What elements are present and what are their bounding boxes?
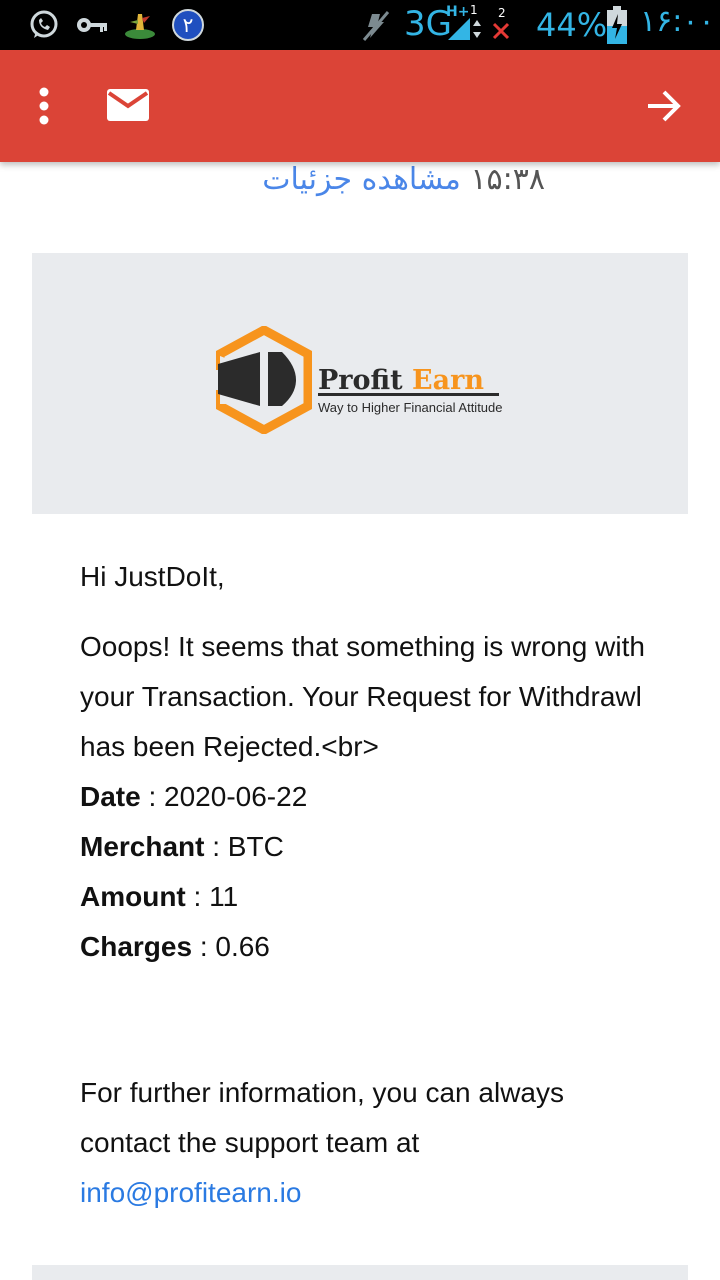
detail-label: Merchant (80, 831, 205, 862)
brand-name-part1: Profit (318, 365, 403, 396)
brand-underline (318, 393, 499, 396)
mail-icon (107, 89, 149, 121)
detail-value: : 2020-06-22 (140, 781, 308, 812)
view-details-link[interactable]: مشاهده جزئیات (262, 162, 461, 197)
profit-earn-logo-icon (216, 326, 312, 434)
clock: ۱۶:۰۰ (640, 4, 715, 39)
footer-text: For further information, you can always … (80, 1077, 564, 1158)
no-signal-icon (492, 22, 510, 40)
key-icon (77, 18, 107, 32)
detail-value: : 0.66 (192, 931, 270, 962)
detail-merchant: Merchant : BTC (80, 822, 660, 872)
signal-icon (448, 18, 481, 40)
app-bar (0, 50, 720, 162)
battery-icon (607, 6, 627, 44)
cactus-app-icon (125, 14, 155, 39)
message-meta: ۱۵:۳۸ مشاهده جزئیات (0, 162, 545, 197)
network-type: 3G (404, 4, 452, 44)
detail-amount: Amount : 11 (80, 872, 660, 922)
message-time: ۱۵:۳۸ (470, 162, 545, 197)
detail-date: Date : 2020-06-22 (80, 772, 660, 822)
email-content: ۱۵:۳۸ مشاهده جزئیات Profit Earn Way to H… (0, 162, 720, 1280)
footer-banner (32, 1265, 688, 1280)
brand-tagline: Way to Higher Financial Attitude (318, 400, 503, 415)
detail-charges: Charges : 0.66 (80, 922, 660, 972)
detail-label: Date (80, 781, 141, 812)
sim1-badge: 1 (470, 3, 478, 17)
mute-icon (362, 11, 390, 41)
detail-label: Charges (80, 931, 193, 962)
support-email-link[interactable]: info@profitearn.io (80, 1177, 301, 1208)
status-bar: ۲ 3G H+ 1 2 44% ۱۶:۰۰ (0, 0, 720, 50)
brand-name: Profit Earn (318, 365, 484, 396)
detail-label: Amount (80, 881, 186, 912)
brand-name-part2: Earn (412, 365, 484, 396)
sim2-badge: 2 (498, 6, 506, 20)
notification-count-icon: ۲ (172, 9, 204, 41)
battery-percent: 44% (536, 6, 608, 44)
email-body: Hi JustDoIt, Ooops! It seems that someth… (80, 552, 660, 1218)
logo-banner: Profit Earn Way to Higher Financial Atti… (32, 253, 688, 514)
greeting: Hi JustDoIt, (80, 561, 225, 592)
whatsapp-icon (30, 10, 58, 38)
mail-button[interactable] (106, 88, 150, 122)
message-text: Ooops! It seems that something is wrong … (80, 631, 645, 762)
more-vert-icon (39, 87, 49, 125)
detail-value: : BTC (204, 831, 284, 862)
detail-value: : 11 (185, 881, 239, 912)
more-options-button[interactable] (24, 82, 64, 130)
arrow-forward-icon (648, 90, 681, 122)
forward-button[interactable] (644, 86, 684, 126)
